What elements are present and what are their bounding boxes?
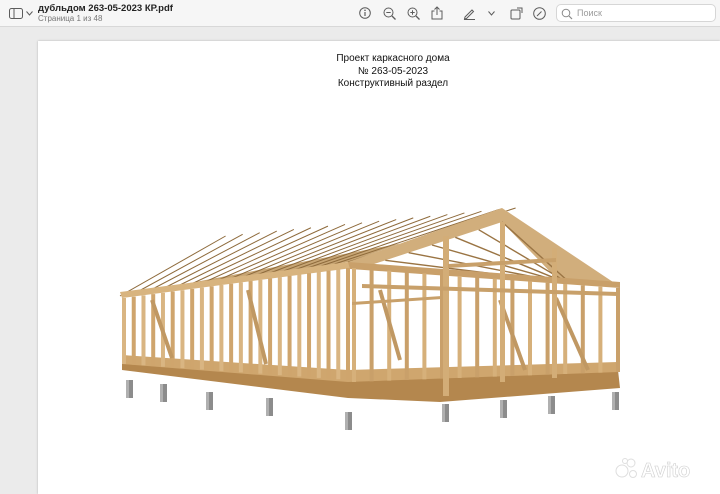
markup-menu-button[interactable]: [486, 4, 496, 22]
wall-stud: [326, 270, 331, 379]
share-icon: [431, 6, 443, 20]
avito-brand-text: Avito: [641, 460, 690, 482]
share-button[interactable]: [429, 4, 445, 22]
sidebar-toggle-button[interactable]: [6, 4, 26, 22]
page-status: Страница 1 из 48: [38, 14, 103, 23]
wall-stud: [287, 275, 292, 376]
foundation-pile-highlight: [442, 404, 445, 422]
wall-stud: [616, 288, 620, 372]
rotate-button[interactable]: [508, 4, 524, 22]
wall-stud: [229, 283, 234, 372]
wall-stud: [131, 296, 136, 365]
wall-stud: [190, 288, 195, 369]
markup-circle-icon: [532, 6, 546, 20]
info-icon: [359, 7, 371, 19]
wall-stud: [492, 278, 497, 377]
search-placeholder: Поиск: [577, 8, 602, 18]
sidebar-menu-button[interactable]: [24, 4, 34, 22]
foundation-pile-highlight: [160, 384, 163, 402]
zoom-out-button[interactable]: [381, 4, 397, 22]
toolbar: дубльдом 263-05-2023 КР.pdf Страница 1 и…: [0, 0, 720, 27]
markup-pen-icon: [463, 8, 475, 20]
wall-stud: [209, 286, 214, 371]
wall-stud: [316, 271, 321, 378]
wall-stud: [141, 295, 146, 366]
roof-rafter: [334, 209, 499, 265]
avito-watermark: Avito: [615, 458, 691, 482]
wall-stud: [307, 273, 312, 378]
wall-stud: [598, 286, 603, 373]
foundation-pile-highlight: [126, 380, 129, 398]
document-title: дубльдом 263-05-2023 КР.pdf: [38, 3, 173, 14]
markup-button[interactable]: [461, 4, 477, 22]
wall-stud: [336, 269, 341, 380]
foundation-pile-highlight: [266, 398, 269, 416]
chevron-down-icon: [25, 10, 33, 16]
wall-stud: [122, 298, 126, 364]
document-page[interactable]: Проект каркасного дома № 263-05-2023 Кон…: [38, 41, 720, 494]
wall-stud: [346, 268, 350, 380]
foundation-pile-highlight: [345, 412, 348, 430]
chevron-down-icon: [487, 10, 495, 16]
wall-stud: [528, 281, 532, 376]
foundation-pile-highlight: [500, 400, 503, 418]
wall-stud: [199, 287, 204, 370]
zoom-in-button[interactable]: [405, 4, 421, 22]
wall-stud: [219, 284, 224, 371]
annotate-button[interactable]: [531, 4, 547, 22]
zoom-in-icon: [407, 7, 420, 20]
wall-stud: [545, 282, 550, 375]
sidebar-toggle-icon: [9, 7, 23, 19]
window-icon: [510, 7, 522, 19]
search-icon: [561, 8, 573, 20]
wall-stud: [563, 284, 568, 374]
foundation-pile-highlight: [612, 392, 615, 410]
wall-stud: [297, 274, 302, 377]
foundation-pile-highlight: [548, 396, 551, 414]
wall-stud: [268, 278, 273, 375]
wall-stud: [277, 277, 282, 376]
wall-stud: [180, 290, 185, 369]
timber-frame-house-illustration: [119, 207, 620, 430]
wall-stud: [457, 276, 462, 378]
search-input[interactable]: Поиск: [556, 4, 716, 22]
foundation-pile-highlight: [206, 392, 209, 410]
wall-stud: [238, 282, 243, 373]
avito-logo: [615, 458, 637, 478]
zoom-out-icon: [383, 7, 396, 20]
wall-stud: [352, 268, 356, 382]
wall-stud: [475, 277, 480, 378]
info-button[interactable]: [357, 4, 373, 22]
